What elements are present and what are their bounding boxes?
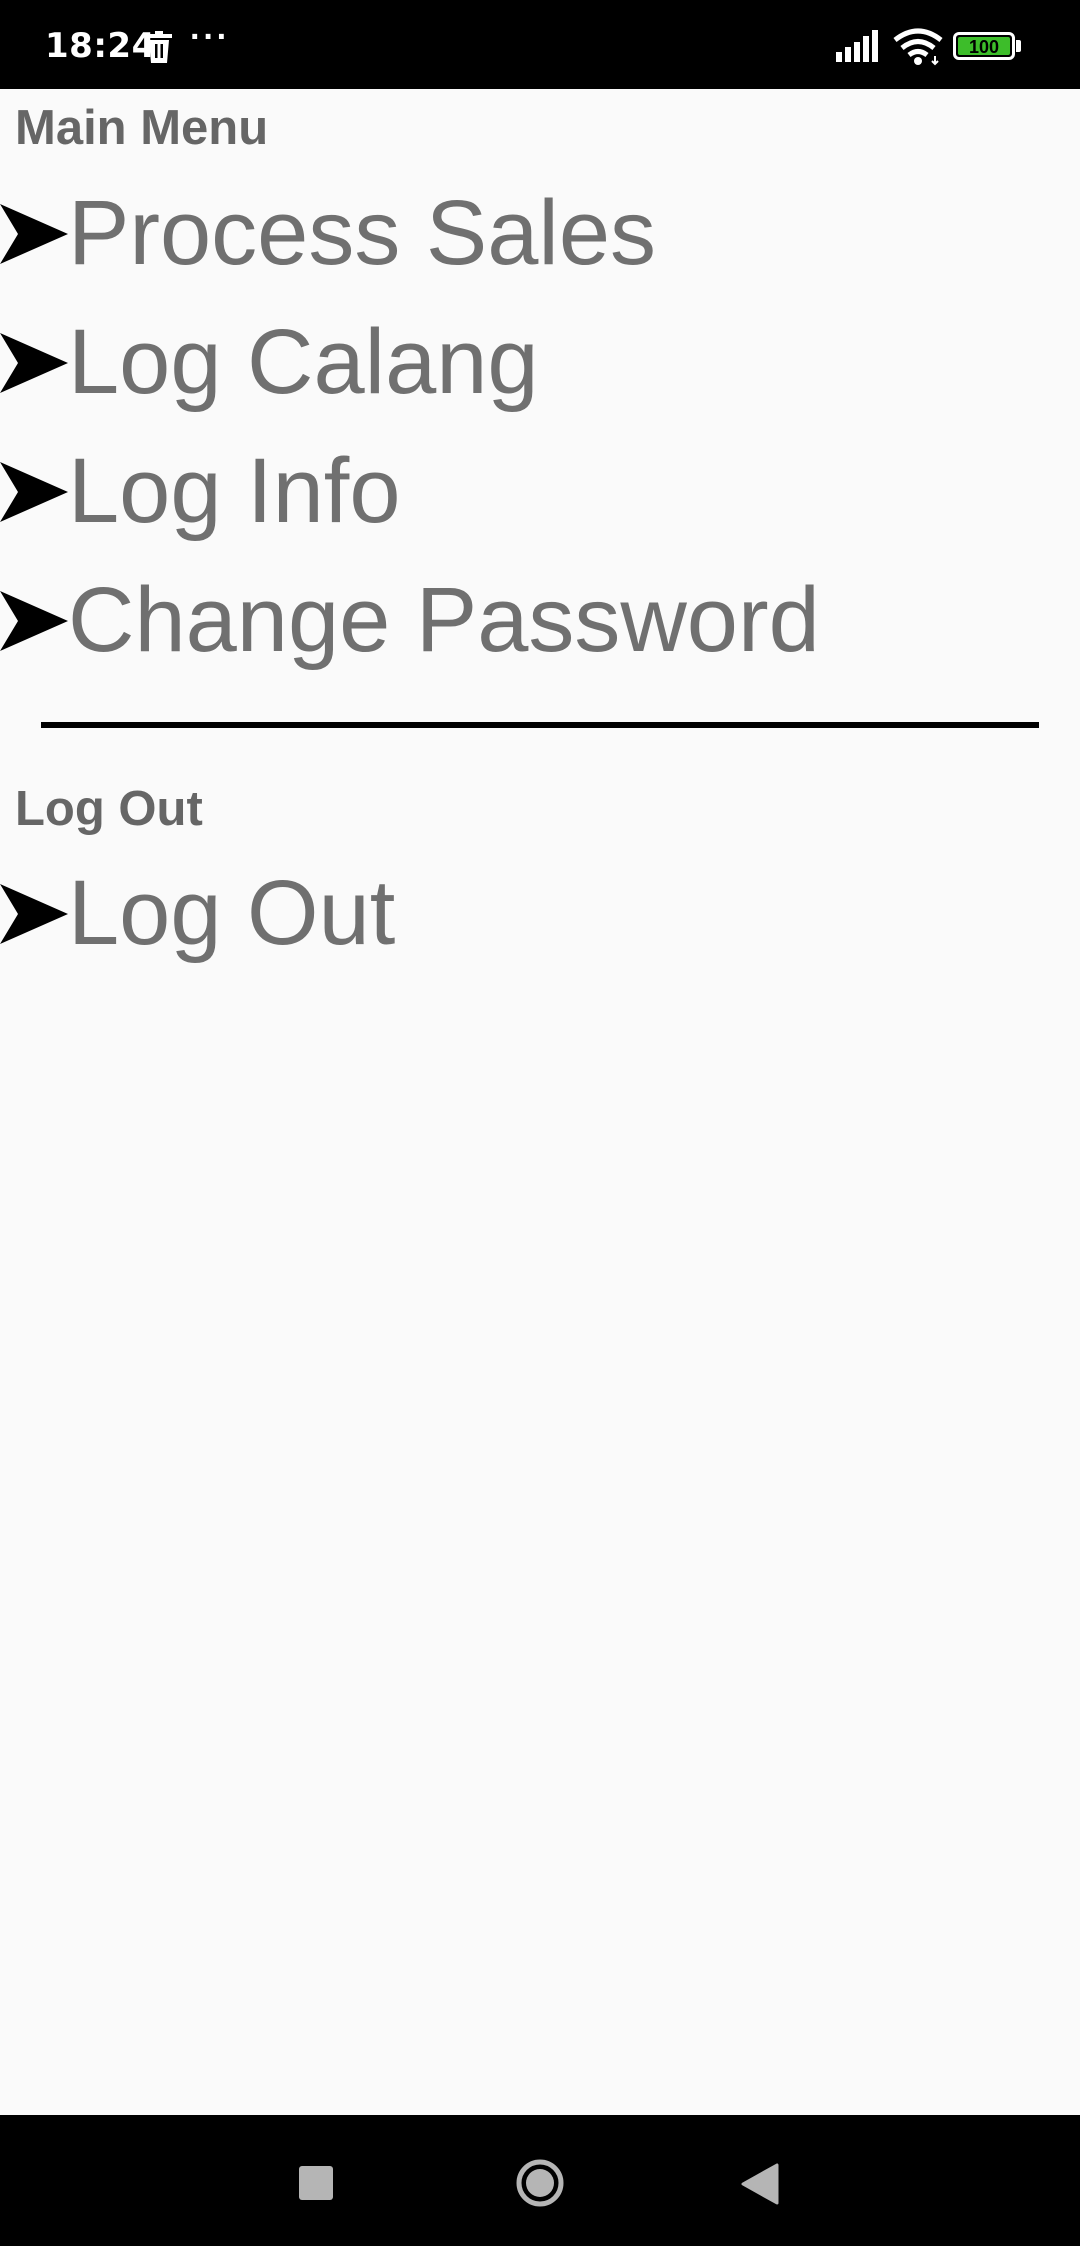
battery-level: 100 [958,37,1010,57]
menu-item-label: Process Sales [68,182,657,284]
arrow-right-icon [0,462,68,522]
signal-icon [836,30,878,62]
menu-item-log-calang[interactable]: Log Calang [0,302,1080,422]
arrow-right-icon [0,884,68,944]
menu-item-log-info[interactable]: Log Info [0,431,1080,551]
arrow-right-icon [0,204,68,264]
battery-tip [1016,40,1021,52]
status-time: 18:24 [45,26,156,66]
main-menu-header: Main Menu [15,101,269,155]
trash-icon [146,31,172,63]
menu-item-change-password[interactable]: Change Password [0,560,1080,680]
section-divider [41,722,1039,728]
recents-square-icon[interactable] [299,2166,333,2200]
arrow-right-icon [0,591,68,651]
menu-item-log-out[interactable]: Log Out [0,853,1080,973]
arrow-right-icon [0,333,68,393]
navigation-bar [0,2115,1080,2246]
logout-header: Log Out [15,782,203,836]
menu-item-label: Log Out [68,862,396,964]
menu-item-label: Log Calang [68,311,539,413]
battery-icon: 100 [953,32,1015,60]
menu-item-process-sales[interactable]: Process Sales [0,173,1080,293]
home-circle-icon[interactable] [515,2158,565,2208]
back-triangle-icon[interactable] [741,2163,779,2205]
menu-item-label: Log Info [68,440,401,542]
status-bar: 18:24 ··· 100 [0,0,1080,89]
menu-item-label: Change Password [68,569,820,671]
wifi-icon [893,28,943,66]
more-notifications-icon: ··· [190,18,230,56]
